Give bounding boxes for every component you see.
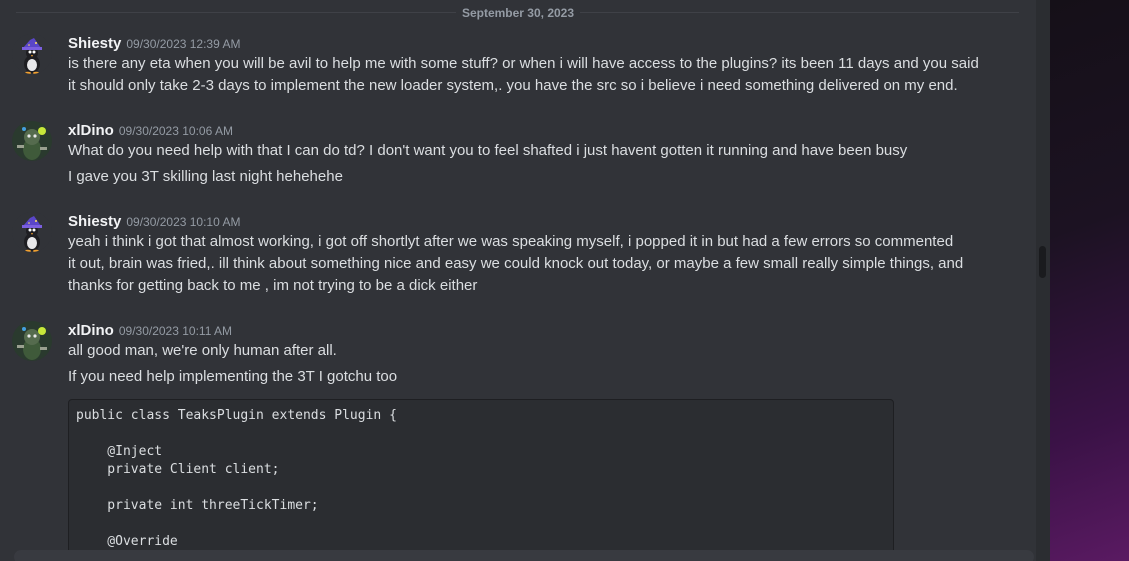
penguin-wizard-avatar-icon (12, 212, 52, 252)
message-content: is there any eta when you will be avil t… (68, 53, 998, 97)
shiesty-avatar[interactable] (12, 212, 52, 252)
code-line: @Override (76, 534, 178, 549)
code-block[interactable]: public class TeaksPlugin extends Plugin … (68, 399, 894, 561)
dino-character-avatar-icon (12, 321, 52, 361)
message-header: xlDino 09/30/2023 10:06 AM (68, 121, 233, 141)
desktop-wallpaper (1050, 0, 1129, 561)
message-header: xlDino 09/30/2023 10:11 AM (68, 321, 232, 341)
message-line: If you need help implementing the 3T I g… (68, 368, 398, 385)
message-line: thanks for getting back to me , im not t… (68, 277, 478, 294)
penguin-wizard-avatar-icon (12, 34, 52, 74)
message-header: Shiesty 09/30/2023 10:10 AM (68, 212, 240, 232)
timestamp[interactable]: 09/30/2023 10:10 AM (126, 215, 240, 229)
shiesty-avatar[interactable] (12, 34, 52, 74)
username[interactable]: Shiesty (68, 35, 121, 52)
message-header: Shiesty 09/30/2023 12:39 AM (68, 34, 240, 54)
message-content: all good man, we're only human after all… (68, 340, 998, 362)
message-line: all good man, we're only human after all… (68, 342, 337, 359)
username[interactable]: Shiesty (68, 213, 121, 230)
xldino-avatar[interactable] (12, 321, 52, 361)
message-input-bar[interactable] (14, 550, 1034, 561)
username[interactable]: xlDino (68, 122, 114, 139)
message-line: it out, brain was fried,. ill think abou… (68, 255, 964, 272)
username[interactable]: xlDino (68, 322, 114, 339)
dino-character-avatar-icon (12, 121, 52, 161)
message-line: I gave you 3T skilling last night hehehe… (68, 168, 343, 185)
date-divider-label: September 30, 2023 (455, 6, 581, 20)
message-content: yeah i think i got that almost working, … (68, 231, 998, 297)
timestamp[interactable]: 09/30/2023 10:06 AM (119, 124, 233, 138)
message-line: is there any eta when you will be avil t… (68, 55, 979, 72)
code-line: private Client client; (76, 462, 280, 477)
message-content-followup: If you need help implementing the 3T I g… (68, 366, 998, 388)
code-line: @Inject (76, 444, 163, 459)
scrollbar-track[interactable] (1036, 0, 1050, 561)
message-line: What do you need help with that I can do… (68, 142, 908, 159)
message-content-followup: I gave you 3T skilling last night hehehe… (68, 166, 998, 188)
chat-messages-area: September 30, 2023 Shiesty 09/30/2023 12… (0, 0, 1036, 561)
message-line: yeah i think i got that almost working, … (68, 233, 954, 250)
message-content: What do you need help with that I can do… (68, 140, 998, 162)
xldino-avatar[interactable] (12, 121, 52, 161)
code-line: public class TeaksPlugin extends Plugin … (76, 408, 397, 423)
message-line: it should only take 2-3 days to implemen… (68, 77, 958, 94)
timestamp[interactable]: 09/30/2023 12:39 AM (126, 37, 240, 51)
scrollbar-thumb[interactable] (1039, 246, 1046, 278)
date-divider-line (16, 12, 1019, 13)
timestamp[interactable]: 09/30/2023 10:11 AM (119, 324, 232, 338)
code-line: private int threeTickTimer; (76, 498, 319, 513)
date-divider: September 30, 2023 (0, 4, 1036, 22)
